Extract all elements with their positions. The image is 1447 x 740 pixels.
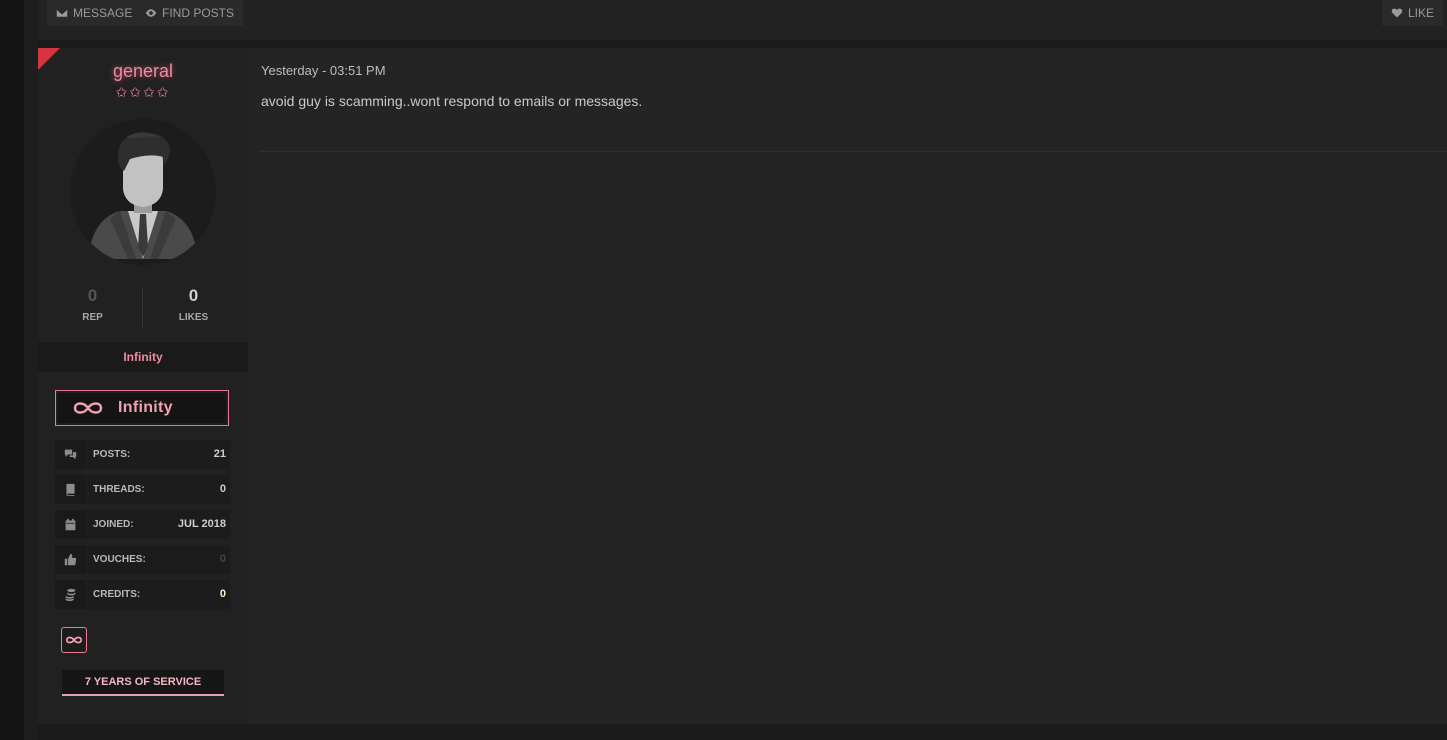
- page-bottom-gap: [38, 724, 1447, 740]
- info-label: POSTS:: [93, 449, 131, 460]
- infinity-award-icon: [65, 636, 83, 644]
- user-stars: ✩✩✩✩: [115, 84, 171, 100]
- find-posts-button[interactable]: Find Posts: [136, 0, 244, 26]
- joined-date: JUL 2018: [177, 518, 226, 530]
- info-label: THREADS:: [93, 484, 145, 495]
- find-posts-button-label: Find Posts: [162, 6, 235, 20]
- post-body: avoid guy is scamming..wont respond to e…: [261, 93, 643, 109]
- message-button[interactable]: Message: [47, 0, 142, 26]
- likes-label: LIKES: [178, 312, 209, 323]
- likes-stat[interactable]: 0 LIKES: [141, 286, 246, 323]
- coins-icon: [65, 588, 76, 601]
- rep-stat[interactable]: 0 REP: [40, 286, 145, 323]
- page-left-gutter: [24, 0, 38, 740]
- like-button[interactable]: Like: [1382, 0, 1444, 26]
- user-stats: 0 REP 0 LIKES: [38, 286, 248, 330]
- info-label: VOUCHES:: [93, 554, 146, 565]
- info-label: JOINED:: [93, 519, 134, 530]
- calendar-icon: [65, 518, 76, 531]
- thumbs-up-icon: [64, 553, 77, 566]
- award-badge[interactable]: [61, 627, 87, 653]
- info-label: CREDITS:: [93, 589, 141, 600]
- post-gap: [38, 40, 1447, 48]
- rep-value: 0: [87, 286, 98, 305]
- rep-label: REP: [82, 312, 103, 323]
- book-icon: [66, 483, 75, 496]
- like-button-label: Like: [1408, 6, 1435, 20]
- author-panel: general ✩✩✩✩ 0 REP 0 LIKES Infinity Infi…: [38, 48, 248, 724]
- info-row-joined: JOINED: JUL 2018: [55, 510, 230, 539]
- eye-icon: [145, 9, 157, 17]
- heart-icon: [1391, 8, 1403, 18]
- likes-value: 0: [188, 286, 199, 305]
- page-left-margin: [0, 0, 24, 740]
- username[interactable]: general: [38, 61, 248, 82]
- years-of-service-badge: 7 YEARS OF SERVICE: [62, 670, 224, 696]
- info-row-posts: POSTS: 21: [55, 440, 230, 469]
- default-avatar-icon: [70, 119, 216, 265]
- message-button-label: Message: [73, 6, 133, 20]
- group-banner: Infinity: [55, 390, 229, 426]
- infinity-icon: [73, 402, 103, 414]
- avatar[interactable]: [70, 119, 216, 265]
- info-row-credits: CREDITS: 0: [55, 580, 230, 609]
- posts-count[interactable]: 21: [214, 440, 226, 469]
- vouches-count[interactable]: 0: [220, 545, 226, 574]
- user-group: Infinity: [38, 342, 248, 372]
- post-separator: [260, 151, 1447, 152]
- credits-count: 0: [219, 588, 226, 600]
- post: general ✩✩✩✩ 0 REP 0 LIKES Infinity Infi…: [38, 48, 1447, 724]
- threads-count[interactable]: 0: [220, 475, 226, 504]
- info-row-threads: THREADS: 0: [55, 475, 230, 504]
- comments-icon: [64, 449, 77, 460]
- envelope-icon: [56, 8, 68, 17]
- previous-post-action-bar: Message Find Posts Like: [38, 0, 1447, 40]
- group-banner-text: Infinity: [118, 399, 173, 416]
- info-row-vouches: VOUCHES: 0: [55, 545, 230, 574]
- post-date[interactable]: Yesterday - 03:51 PM: [261, 63, 386, 78]
